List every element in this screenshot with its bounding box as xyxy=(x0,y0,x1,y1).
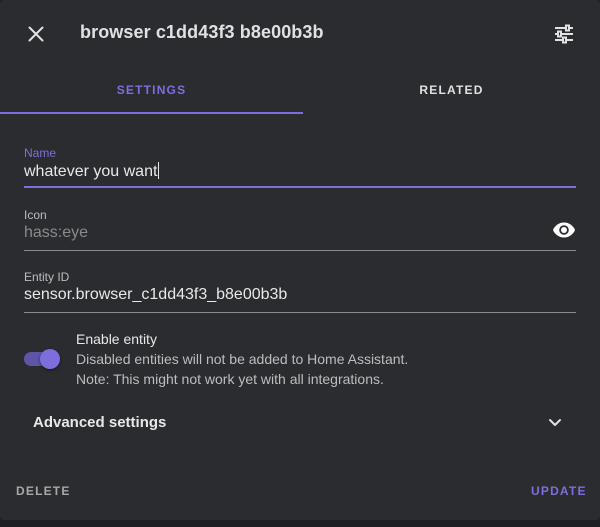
icon-preview-button[interactable] xyxy=(552,218,576,242)
icon-field-underline xyxy=(24,250,576,251)
eye-icon xyxy=(553,222,575,238)
name-field-underline xyxy=(24,186,576,188)
advanced-settings-expander[interactable]: Advanced settings xyxy=(24,400,576,444)
text-caret xyxy=(158,162,160,179)
entity-id-field[interactable]: Entity ID sensor.browser_c1dd43f3_b8e00b… xyxy=(24,270,576,313)
tab-bar: SETTINGS RELATED xyxy=(0,68,600,114)
icon-field-placeholder[interactable]: hass:eye xyxy=(24,224,88,242)
chevron-down-icon xyxy=(549,419,561,426)
close-button[interactable] xyxy=(24,22,48,46)
entity-settings-button[interactable] xyxy=(552,22,576,46)
entity-id-field-underline xyxy=(24,312,576,313)
dialog-title: browser c1dd43f3 b8e00b3b xyxy=(80,22,324,42)
name-field-value: whatever you want xyxy=(24,163,158,180)
entity-id-field-label: Entity ID xyxy=(24,270,70,284)
enable-entity-description: Disabled entities will not be added to H… xyxy=(76,351,409,367)
active-tab-indicator xyxy=(0,112,303,114)
icon-field[interactable]: Icon hass:eye xyxy=(24,208,576,251)
close-icon xyxy=(28,26,44,42)
dialog-header: browser c1dd43f3 b8e00b3b xyxy=(0,0,600,68)
delete-button[interactable]: DELETE xyxy=(16,482,71,500)
name-field-label: Name xyxy=(24,146,57,160)
enable-entity-note: Note: This might not work yet with all i… xyxy=(76,371,384,387)
tab-settings[interactable]: SETTINGS xyxy=(0,68,303,114)
update-button[interactable]: UPDATE xyxy=(531,482,587,500)
name-field-input[interactable]: whatever you want xyxy=(24,162,160,181)
tab-related[interactable]: RELATED xyxy=(303,68,600,114)
tune-icon xyxy=(555,24,573,44)
entity-id-field-value[interactable]: sensor.browser_c1dd43f3_b8e00b3b xyxy=(24,286,287,304)
icon-field-label: Icon xyxy=(24,208,47,222)
toggle-thumb xyxy=(40,349,60,369)
entity-settings-dialog: browser c1dd43f3 b8e00b3b SETTINGS RELAT… xyxy=(0,0,600,520)
enable-entity-toggle[interactable] xyxy=(24,346,64,370)
advanced-settings-label: Advanced settings xyxy=(33,414,167,431)
enable-entity-label: Enable entity xyxy=(76,331,157,347)
name-field[interactable]: Name whatever you want xyxy=(24,146,576,188)
